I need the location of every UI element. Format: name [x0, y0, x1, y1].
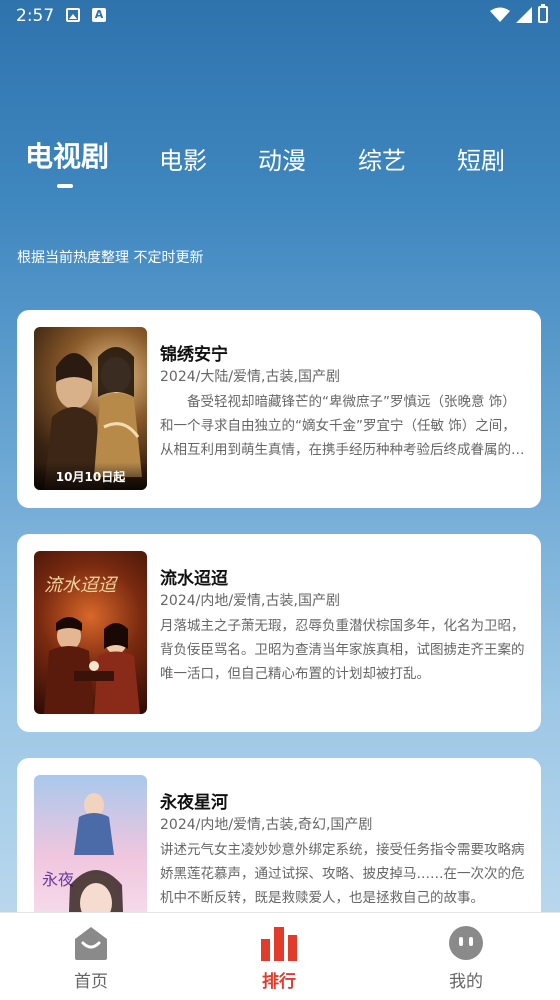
status-bar: 2:57 A — [0, 0, 560, 32]
card-description: 备受轻视却暗藏锋芒的“卑微庶子”罗慎远（张晚意 饰）和一个寻求自由独立的“嫡女千… — [160, 394, 525, 458]
card-title: 锦绣安宁 — [160, 345, 228, 365]
poster-art: 流水迢迢 — [44, 575, 140, 714]
card-description: 讲述元气女主凌妙妙意外绑定系统，接受任务指令需要攻略病娇黑莲花慕声，通过试探、攻… — [160, 842, 525, 906]
signal-icon — [516, 6, 532, 23]
drama-card[interactable]: 流水迢迢 流水迢迢 2024/内地/爱情,古装,国产剧 月落城主之子萧无瑕，忍辱… — [17, 534, 541, 732]
card-title: 永夜星河 — [160, 793, 228, 813]
nav-item-home[interactable]: 首页 — [31, 913, 151, 1000]
tab-variety[interactable]: 综艺 — [358, 141, 406, 176]
card-description: 月落城主之子萧无瑕，忍辱负重潜伏棕国多年，化名为卫昭，背负佞臣骂名。卫昭为查清当… — [160, 618, 525, 682]
nav-item-profile[interactable]: 我的 — [406, 913, 526, 1000]
svg-text:永夜: 永夜 — [42, 870, 74, 889]
gallery-notification-icon — [66, 8, 80, 22]
home-icon — [75, 927, 107, 960]
active-tab-indicator — [57, 184, 73, 188]
poster-image: 10月10日起 — [34, 327, 147, 490]
wifi-icon — [490, 7, 510, 22]
category-tabs: 电视剧 电影 动漫 综艺 短剧 — [0, 132, 560, 192]
status-time: 2:57 — [16, 6, 55, 26]
card-meta: 2024/大陆/爱情,古装,国产剧 — [160, 369, 340, 385]
nav-label-ranking: 排行 — [262, 972, 296, 992]
bottom-nav: 首页 排行 我的 — [0, 912, 560, 1000]
poster-date-badge: 10月10日起 — [34, 462, 147, 490]
nav-item-ranking[interactable]: 排行 — [219, 913, 339, 1000]
card-meta: 2024/内地/爱情,古装,奇幻,国产剧 — [160, 817, 373, 833]
svg-text:流水迢迢: 流水迢迢 — [44, 575, 119, 596]
nav-label-home: 首页 — [74, 972, 108, 992]
ranking-icon — [261, 927, 297, 961]
battery-icon — [538, 4, 548, 23]
card-meta: 2024/内地/爱情,古装,国产剧 — [160, 593, 340, 609]
status-icons — [490, 4, 548, 23]
card-title: 流水迢迢 — [160, 569, 228, 589]
drama-card[interactable]: 10月10日起 锦绣安宁 2024/大陆/爱情,古装,国产剧 备受轻视却暗藏锋芒… — [17, 310, 541, 508]
poster-image: 流水迢迢 — [34, 551, 147, 714]
profile-icon — [449, 926, 483, 960]
tab-movies[interactable]: 电影 — [159, 141, 207, 176]
ranking-subtitle: 根据当前热度整理 不定时更新 — [17, 250, 204, 266]
tab-anime[interactable]: 动漫 — [258, 141, 306, 176]
nav-label-profile: 我的 — [449, 972, 483, 992]
tab-short-drama[interactable]: 短剧 — [457, 141, 505, 176]
tab-tv-series[interactable]: 电视剧 — [25, 135, 109, 175]
app-notification-icon: A — [92, 8, 106, 22]
